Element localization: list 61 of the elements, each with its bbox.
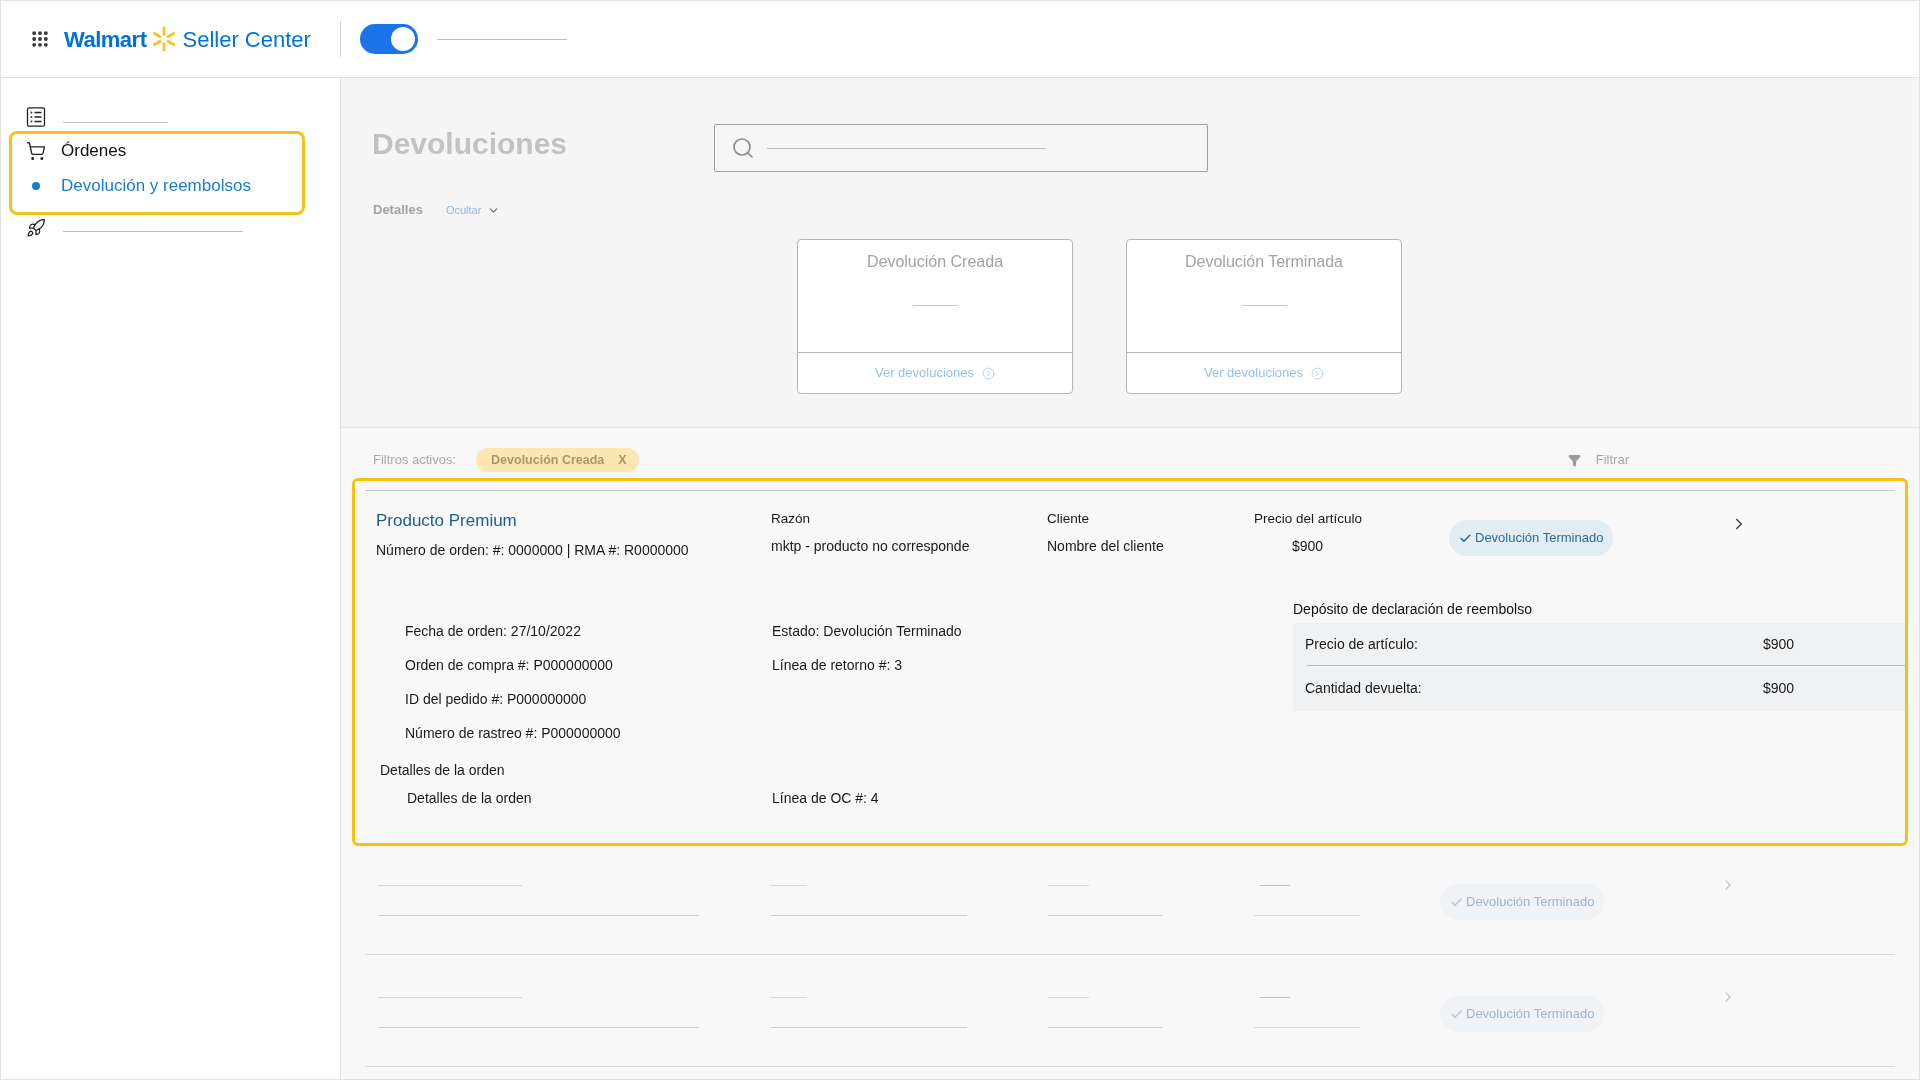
refund-label: Precio de artículo: — [1305, 634, 1418, 654]
rocket-icon — [26, 218, 46, 238]
remove-filter-button[interactable]: X — [618, 450, 627, 470]
detail-text: ID del pedido #: P000000000 — [405, 690, 587, 709]
status-text: Devolución Terminado — [1466, 1005, 1595, 1024]
refund-title: Depósito de declaración de reembolso — [1293, 600, 1532, 618]
placeholder-line — [912, 305, 958, 306]
check-icon — [1450, 895, 1463, 909]
filter-button[interactable]: Filtrar — [1567, 450, 1629, 470]
detail-text: Número de rastreo #: P000000000 — [405, 724, 621, 743]
column-label: Precio del artículo — [1254, 510, 1363, 528]
search-icon — [731, 136, 755, 160]
product-name: Producto Premium — [376, 510, 517, 532]
app-name: Seller Center — [182, 25, 311, 54]
card-title: Devolución Creada — [866, 252, 1004, 272]
refund-value: $900 — [1763, 679, 1795, 698]
funnel-icon — [1567, 453, 1581, 467]
detail-text: Detalles de la orden — [407, 789, 532, 808]
apps-grid-icon[interactable] — [30, 29, 50, 49]
card-title: Devolución Terminada — [1185, 252, 1343, 272]
placeholder-line — [1260, 885, 1290, 886]
details-toggle[interactable]: Ocultar — [445, 201, 501, 219]
status-text: Devolución Terminado — [1466, 893, 1595, 912]
chevron-circle-icon — [982, 366, 995, 380]
column-value: mktp - producto no corresponde — [771, 537, 970, 556]
toggle-switch[interactable] — [360, 24, 418, 54]
chip-label: Devolución Creada — [491, 451, 605, 469]
status-text: Devolución Terminado — [1475, 529, 1604, 548]
detail-text: Línea de OC #: 4 — [772, 789, 879, 808]
placeholder-line — [1048, 997, 1089, 998]
placeholder-line — [1241, 305, 1287, 306]
nav-subitem[interactable]: Devolución y reembolsos — [12, 166, 251, 206]
refund-label: Cantidad devuelta: — [1305, 679, 1422, 698]
detail-text: Fecha de orden: 27/10/2022 — [405, 622, 581, 641]
list-icon — [26, 107, 46, 127]
placeholder-line — [771, 997, 807, 998]
check-icon — [1450, 1007, 1463, 1021]
chevron-circle-icon — [1311, 366, 1324, 380]
placeholder-line — [1260, 997, 1290, 998]
cart-icon — [26, 141, 46, 161]
view-returns-link[interactable]: Ver devoluciones — [1204, 363, 1324, 383]
check-icon — [1459, 531, 1472, 545]
filters-label: Filtros activos: — [373, 451, 457, 470]
section-heading: Detalles de la orden — [380, 761, 505, 780]
detail-text: Estado: Devolución Terminado — [772, 622, 962, 641]
spark-icon — [151, 26, 178, 52]
placeholder-line — [771, 885, 807, 886]
column-value: Nombre del cliente — [1047, 537, 1164, 556]
detail-text: Orden de compra #: P000000000 — [405, 656, 613, 675]
column-value: $900 — [1292, 537, 1324, 556]
refund-value: $900 — [1763, 634, 1795, 654]
view-returns-link[interactable]: Ver devoluciones — [875, 363, 995, 383]
details-label: Detalles — [373, 201, 423, 220]
nav-item[interactable]: Órdenes — [12, 136, 127, 166]
detail-text: Línea de retorno #: 3 — [772, 656, 902, 675]
column-label: Razón — [771, 510, 811, 528]
placeholder-line — [1048, 885, 1089, 886]
column-label: Cliente — [1047, 510, 1090, 528]
order-number: Número de orden: #: 0000000 | RMA #: R0000000 — [376, 541, 689, 560]
search-field[interactable] — [714, 124, 1208, 172]
logo-wordmark: Walmart — [64, 25, 147, 54]
